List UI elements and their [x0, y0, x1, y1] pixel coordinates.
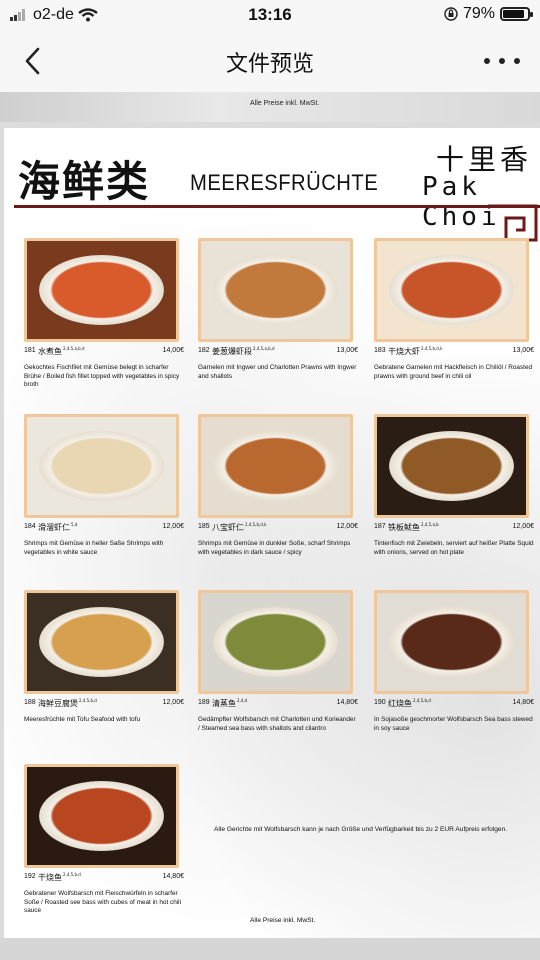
dish-plate	[213, 607, 338, 677]
item-price: 14,80€	[162, 873, 184, 880]
navigation-bar: 文件预览	[0, 30, 540, 93]
dish-plate	[39, 431, 164, 501]
item-description: Gekochtes Fischfilet mit Gemüse belegt i…	[24, 364, 180, 389]
item-name-chinese: 水煮鱼2,4,5,a,b,d	[38, 346, 85, 356]
dish-plate	[213, 431, 338, 501]
item-description: Gebratener Wolfsbarsch mit Fleischwürfel…	[24, 890, 182, 915]
allergen-codes: 2,4,5,b,d	[413, 698, 431, 704]
item-name-chinese: 红烧鱼2,4,5,b,d	[388, 698, 431, 708]
dish-plate	[39, 607, 164, 677]
dish-plate	[389, 431, 514, 501]
item-description: Shrimps mit Gemüse in heller Saße Shrimp…	[24, 540, 164, 556]
item-name-chinese: 姜葱爆虾段2,4,5,a,b,d	[212, 346, 275, 356]
dish-photo	[198, 238, 353, 342]
item-description: Gebratene Garnelen mit Hackfleisch in Ch…	[374, 364, 533, 380]
item-description: Gedämpfter Wolfsbarsch mit Charlotten un…	[198, 716, 356, 732]
item-price: 14,80€	[512, 699, 534, 706]
allergen-codes: 2,4,5,a,b,d	[63, 346, 85, 352]
dish-plate	[213, 255, 338, 325]
dish-photo	[24, 238, 179, 342]
item-number: 192	[24, 873, 36, 880]
item-name-chinese: 滑溜虾仁5,d	[38, 522, 78, 532]
dish-plate	[39, 781, 164, 851]
allergen-codes: 5,d	[71, 522, 78, 528]
vat-note-top: Alle Preise inkl. MwSt.	[250, 100, 320, 107]
dish-plate	[39, 255, 164, 325]
item-price: 14,80€	[336, 699, 358, 706]
allergen-codes: 2,4,5,b,d,k	[421, 346, 443, 352]
viewer-background	[0, 938, 540, 960]
item-number: 189	[198, 699, 210, 706]
battery-percent: 79%	[462, 5, 495, 22]
item-price: 14,00€	[162, 347, 184, 354]
dish-photo	[374, 238, 529, 342]
previous-page-strip: Alle Preise inkl. MwSt.	[0, 92, 540, 122]
item-description: Shrimps mit Gemüse in dunkler Soße, scha…	[198, 540, 351, 556]
dish-photo	[24, 764, 179, 868]
item-name-chinese: 清蒸鱼2,4,d	[212, 698, 248, 708]
item-number: 184	[24, 523, 36, 530]
item-price: 12,00€	[162, 523, 184, 530]
heading-divider	[14, 205, 540, 208]
item-name-chinese: 干烧大虾2,4,5,b,d,k	[388, 346, 443, 356]
vat-note: Alle Preise inkl. MwSt.	[250, 917, 316, 924]
item-name-chinese: 八宝虾仁2,4,5,b,d,k	[212, 522, 267, 532]
dish-plate	[389, 255, 514, 325]
item-price: 12,00€	[162, 699, 184, 706]
dish-photo	[24, 590, 179, 694]
item-name-chinese: 铁板鱿鱼2,4,5,a,b	[388, 522, 439, 532]
allergen-codes: 2,4,5,b,d,k	[245, 522, 267, 528]
item-price: 13,00€	[336, 347, 358, 354]
item-description: In Sojasoße geschmorter Wolfsbarsch Sea …	[374, 716, 533, 732]
item-name-chinese: 干烧鱼2,4,5,b,d	[38, 872, 81, 882]
allergen-codes: 2,4,5,b,d	[79, 698, 97, 704]
item-number: 190	[374, 699, 386, 706]
status-bar: o2-de 13:16 79%	[0, 0, 540, 30]
menu-page: 海鲜类 MEERESFRÜCHTE 十里香 Pak Choi 181 水煮鱼2,4…	[4, 128, 540, 938]
item-number: 182	[198, 347, 210, 354]
dish-photo	[374, 414, 529, 518]
item-description: Garnelen mit Ingwer und Charlotten Prawn…	[198, 364, 357, 380]
dish-plate	[389, 607, 514, 677]
item-description: Tintenfisch mit Zwiebeln, serviert auf h…	[374, 540, 534, 556]
more-options-button[interactable]	[484, 46, 520, 76]
item-description: Meeresfrüchte mit Tofu Seafood with tofu	[24, 716, 141, 723]
item-name-chinese: 海鲜豆腐煲2,4,5,b,d	[38, 698, 97, 708]
surcharge-note: Alle Gerichte mit Wolfsbarsch kann je na…	[214, 826, 508, 833]
item-number: 181	[24, 347, 36, 354]
page-title: 文件预览	[225, 52, 314, 77]
item-price: 12,00€	[512, 523, 534, 530]
allergen-codes: 2,4,5,a,b	[421, 522, 439, 528]
battery-icon	[500, 7, 533, 21]
orientation-lock-icon	[444, 7, 458, 21]
item-number: 187	[374, 523, 386, 530]
item-price: 13,00€	[512, 347, 534, 354]
dish-photo	[374, 590, 529, 694]
item-number: 185	[198, 523, 210, 530]
heading-chinese: 海鲜类	[18, 157, 151, 206]
item-number: 188	[24, 699, 36, 706]
item-price: 12,00€	[336, 523, 358, 530]
dish-photo	[24, 414, 179, 518]
dish-photo	[198, 590, 353, 694]
dish-photo	[198, 414, 353, 518]
heading-german: MEERESFRÜCHTE	[190, 170, 379, 195]
item-number: 183	[374, 347, 386, 354]
status-right: 79%	[444, 5, 533, 23]
allergen-codes: 2,4,5,a,b,d	[253, 346, 275, 352]
allergen-codes: 2,4,d	[237, 698, 248, 704]
allergen-codes: 2,4,5,b,d	[63, 872, 81, 878]
